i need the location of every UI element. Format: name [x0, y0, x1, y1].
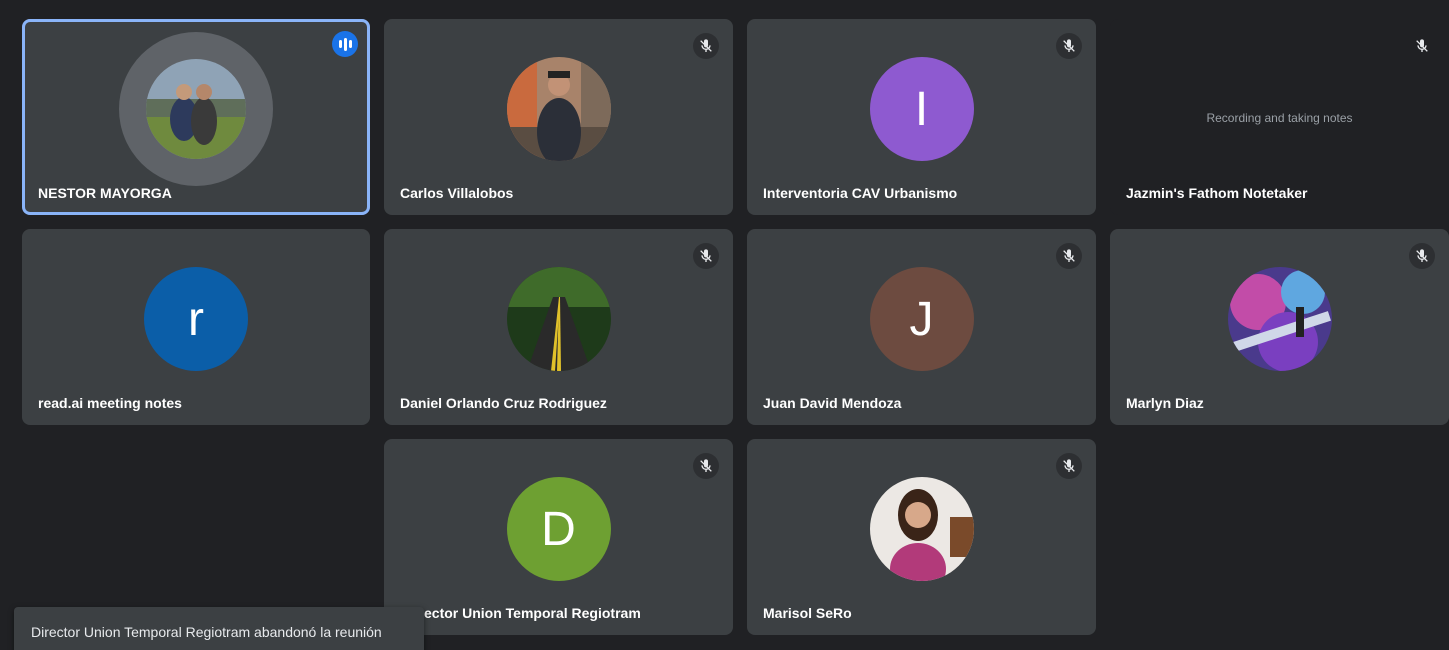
mic-off-icon	[1409, 243, 1435, 269]
mic-off-icon	[1056, 33, 1082, 59]
participant-name: ector Union Temporal Regiotram	[424, 605, 641, 621]
avatar	[146, 59, 246, 159]
mic-off-icon	[1409, 33, 1435, 59]
participant-tile-nestor-mayorga[interactable]: NESTOR MAYORGA	[22, 19, 370, 215]
mic-off-icon	[693, 453, 719, 479]
avatar: D	[506, 477, 611, 581]
avatar: r	[144, 267, 248, 371]
avatar	[506, 267, 611, 371]
participant-tile-interventoria[interactable]: I Interventoria CAV Urbanismo	[747, 19, 1096, 215]
avatar	[1227, 267, 1332, 371]
participant-name: Carlos Villalobos	[400, 185, 514, 201]
speaking-indicator-icon	[332, 31, 358, 57]
participant-name: Juan David Mendoza	[763, 395, 902, 411]
recording-status-text: Recording and taking notes	[1206, 111, 1353, 125]
participant-left-notification: Director Union Temporal Regiotram abando…	[14, 607, 424, 650]
participant-name: Jazmin's Fathom Notetaker	[1126, 185, 1308, 201]
participant-tile-juan-mendoza[interactable]: J Juan David Mendoza	[747, 229, 1096, 425]
participant-tile-carlos-villalobos[interactable]: Carlos Villalobos	[384, 19, 733, 215]
participant-name: read.ai meeting notes	[38, 395, 182, 411]
mic-off-icon	[693, 243, 719, 269]
participant-name: Daniel Orlando Cruz Rodriguez	[400, 395, 607, 411]
participant-name: NESTOR MAYORGA	[38, 185, 172, 201]
participant-tile-marisol-sero[interactable]: Marisol SeRo	[747, 439, 1096, 635]
participant-tile-fathom-notetaker[interactable]: Recording and taking notes Jazmin's Fath…	[1110, 19, 1449, 215]
participant-tile-director-union[interactable]: D ector Union Temporal Regiotram	[384, 439, 733, 635]
notification-text: Director Union Temporal Regiotram abando…	[31, 624, 382, 640]
participant-name: Marisol SeRo	[763, 605, 852, 621]
avatar	[506, 57, 611, 161]
mic-off-icon	[1056, 453, 1082, 479]
avatar: J	[869, 267, 974, 371]
participant-tile-marlyn-diaz[interactable]: Marlyn Diaz	[1110, 229, 1449, 425]
mic-off-icon	[693, 33, 719, 59]
avatar: I	[869, 57, 974, 161]
participant-name: Interventoria CAV Urbanismo	[763, 185, 958, 201]
mic-off-icon	[1056, 243, 1082, 269]
participant-tile-read-ai[interactable]: r read.ai meeting notes	[22, 229, 370, 425]
participant-name: Marlyn Diaz	[1126, 395, 1204, 411]
avatar	[869, 477, 974, 581]
participant-tile-daniel-cruz[interactable]: Daniel Orlando Cruz Rodriguez	[384, 229, 733, 425]
